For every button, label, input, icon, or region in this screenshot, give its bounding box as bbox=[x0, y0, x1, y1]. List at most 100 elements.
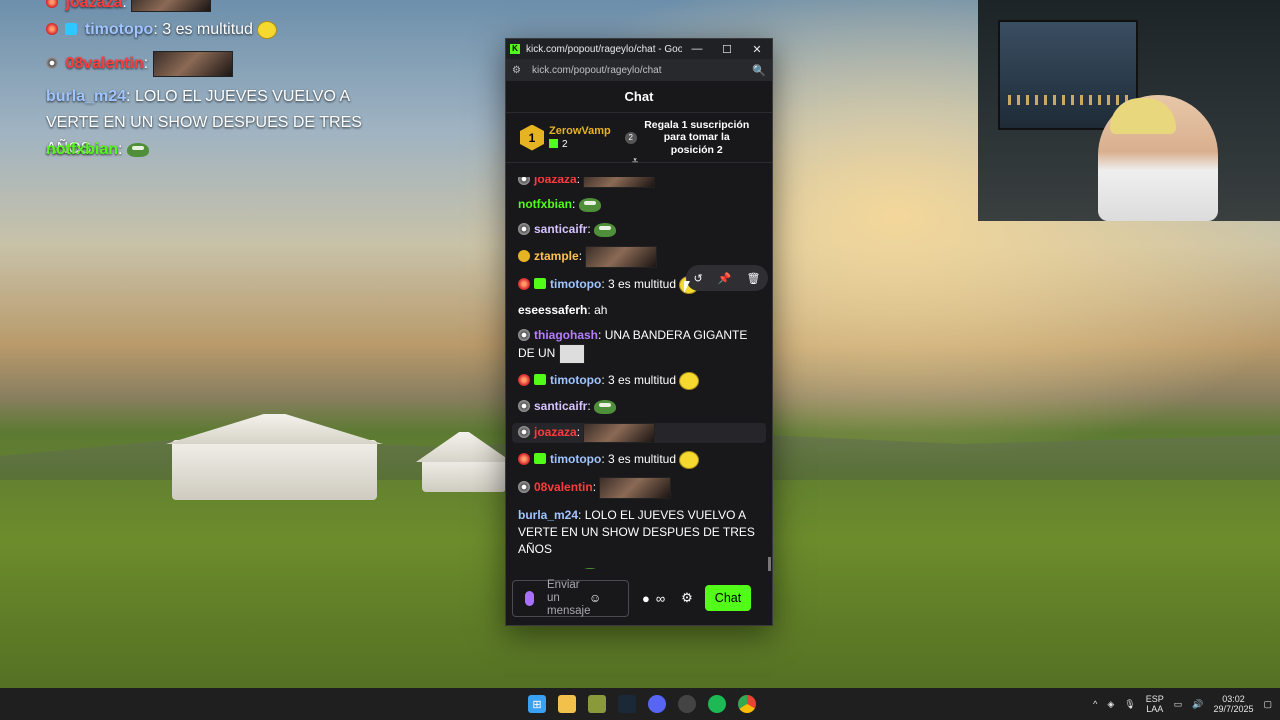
message-text: ah bbox=[594, 303, 608, 317]
pepe-emote-icon bbox=[594, 399, 617, 414]
chat-message-list[interactable]: joazaza: notfxbian: santicaifr: ztample:… bbox=[506, 177, 772, 569]
yellow-emote-icon bbox=[679, 451, 700, 469]
url-text[interactable]: kick.com/popout/rageylo/chat bbox=[532, 65, 752, 76]
chat-message[interactable]: thiagohash: UNA BANDERA GIGANTE DE UN bbox=[518, 327, 760, 364]
chat-message[interactable]: joazaza: bbox=[518, 177, 760, 188]
chat-message[interactable]: 08valentin: bbox=[518, 477, 760, 499]
rank-badge-icon: 1 bbox=[520, 124, 544, 151]
webcam-feed bbox=[978, 0, 1280, 221]
username[interactable]: ztample bbox=[534, 249, 579, 263]
message-text: 3 es multitud bbox=[608, 373, 677, 388]
badge-icon bbox=[46, 23, 58, 36]
username[interactable]: thiagohash bbox=[534, 328, 598, 342]
gift-icon bbox=[549, 139, 558, 148]
chat-message[interactable]: notfxbian: bbox=[518, 196, 760, 213]
username[interactable]: timotopo bbox=[550, 277, 601, 291]
overlay-username: notfxbian bbox=[46, 141, 118, 158]
username[interactable]: 08valentin bbox=[534, 480, 593, 494]
chat-scrollbar[interactable] bbox=[768, 557, 771, 571]
discord-icon[interactable] bbox=[648, 695, 666, 713]
close-button[interactable]: ✕ bbox=[742, 43, 772, 56]
start-menu-icon[interactable]: ⊞ bbox=[528, 695, 546, 713]
kick-emotes-icon[interactable]: ● bbox=[642, 591, 650, 606]
scroll-to-bottom-icon[interactable]: ⩡ bbox=[632, 155, 638, 168]
chat-message[interactable]: santicaifr: bbox=[518, 221, 760, 238]
pin-icon[interactable]: 📌 bbox=[718, 272, 732, 285]
network-icon[interactable]: ◈ bbox=[1107, 699, 1114, 710]
chat-message[interactable]: timotopo: 3 es multitud bbox=[518, 372, 760, 390]
chat-message-hovered[interactable]: joazaza: bbox=[512, 423, 766, 443]
zoom-icon[interactable]: 🔍 bbox=[752, 64, 766, 77]
infinity-icon[interactable]: ∞ bbox=[656, 591, 665, 606]
spotify-icon[interactable] bbox=[708, 695, 726, 713]
thumbnail-emote-icon bbox=[152, 51, 233, 77]
maximize-button[interactable]: ☐ bbox=[712, 43, 742, 56]
volume-icon[interactable]: 🔊 bbox=[1192, 699, 1203, 710]
display-icon[interactable]: ▭ bbox=[1174, 699, 1183, 710]
chat-message[interactable]: notfxbian: bbox=[518, 566, 760, 569]
file-explorer-icon[interactable] bbox=[558, 695, 576, 713]
rank-number: 2 bbox=[624, 131, 637, 144]
window-title: kick.com/popout/rageylo/chat - Google Ch… bbox=[526, 43, 682, 55]
pepe-emote-icon bbox=[578, 567, 601, 569]
notification-icon[interactable]: ▢ bbox=[1263, 699, 1272, 710]
app-icon[interactable] bbox=[588, 695, 606, 713]
badge-icon bbox=[518, 374, 530, 387]
microphone-icon[interactable] bbox=[525, 590, 534, 606]
gift-sub-badge-icon bbox=[534, 453, 546, 465]
overlay-message: 3 es multitud bbox=[162, 21, 253, 39]
delete-icon[interactable]: 🗑 bbox=[747, 272, 761, 285]
username[interactable]: santicaifr bbox=[534, 399, 587, 413]
gift-count: 2 bbox=[562, 139, 568, 150]
sticker-emote-icon bbox=[558, 344, 585, 364]
gift-sub-badge-icon bbox=[534, 374, 546, 386]
username[interactable]: timotopo bbox=[550, 452, 601, 466]
tray-overflow-icon[interactable]: ^ bbox=[1093, 699, 1097, 709]
message-placeholder: Enviar un mensaje bbox=[547, 578, 591, 617]
chat-message[interactable]: santicaifr: bbox=[518, 398, 760, 415]
overlay-chat-line: joazaza: bbox=[46, 0, 212, 12]
username[interactable]: burla_m24 bbox=[518, 508, 578, 522]
overlay-username: 08valentin bbox=[65, 55, 144, 73]
username[interactable]: eseessaferh bbox=[518, 303, 587, 317]
timeout-icon[interactable]: ↺ bbox=[694, 272, 703, 285]
mouse-cursor-icon bbox=[684, 281, 690, 293]
leaderboard-slot-2[interactable]: 2 Regala 1 suscripción para tomar la pos… bbox=[624, 119, 751, 156]
overlay-chat-line: notfxbian: bbox=[46, 141, 149, 159]
username[interactable]: santicaifr bbox=[534, 222, 587, 236]
emote-picker-icon[interactable]: ☺ bbox=[589, 591, 601, 605]
username[interactable]: notfxbian bbox=[518, 567, 572, 569]
site-settings-icon[interactable]: ⚙ bbox=[512, 65, 526, 76]
username[interactable]: joazaza bbox=[534, 177, 577, 186]
send-chat-button[interactable]: Chat bbox=[704, 585, 752, 611]
top-gifter-name[interactable]: ZerowVamp bbox=[549, 125, 611, 137]
chat-settings-icon[interactable]: ⚙ bbox=[681, 590, 693, 606]
thumbnail-emote-icon bbox=[131, 0, 212, 12]
chat-message[interactable]: eseessaferh: ah bbox=[518, 302, 760, 319]
username[interactable]: joazaza bbox=[534, 425, 577, 439]
overlay-chat-line: timotopo: 3 es multitud bbox=[46, 21, 278, 39]
username[interactable]: timotopo bbox=[550, 373, 601, 387]
mic-tray-icon[interactable]: 🎙 bbox=[1124, 699, 1135, 710]
clock[interactable]: 03:02 29/7/2025 bbox=[1213, 694, 1253, 714]
steam-icon[interactable] bbox=[618, 695, 636, 713]
message-text: 3 es multitud bbox=[608, 452, 677, 467]
chat-popout-window: K kick.com/popout/rageylo/chat - Google … bbox=[505, 38, 773, 626]
chat-message[interactable]: burla_m24: LOLO EL JUEVES VUELVO A VERTE… bbox=[518, 507, 760, 558]
address-bar[interactable]: ⚙ kick.com/popout/rageylo/chat 🔍 bbox=[506, 59, 772, 81]
top-gifter[interactable]: ZerowVamp 2 bbox=[549, 125, 611, 150]
badge-icon bbox=[518, 278, 530, 291]
badge-icon bbox=[518, 426, 530, 439]
pepe-emote-icon bbox=[126, 142, 149, 157]
yurt-left bbox=[166, 414, 383, 500]
language-indicator[interactable]: ESP LAA bbox=[1146, 694, 1164, 714]
minimize-button[interactable]: — bbox=[682, 43, 712, 55]
obs-icon[interactable] bbox=[678, 695, 696, 713]
chrome-icon[interactable] bbox=[738, 695, 756, 713]
message-input[interactable]: Enviar un mensaje ☺ bbox=[512, 578, 629, 617]
username[interactable]: notfxbian bbox=[518, 197, 572, 211]
badge-icon bbox=[518, 453, 530, 466]
chat-message[interactable]: timotopo: 3 es multitud bbox=[518, 451, 760, 469]
window-titlebar[interactable]: K kick.com/popout/rageylo/chat - Google … bbox=[506, 39, 772, 59]
badge-icon bbox=[518, 481, 530, 494]
